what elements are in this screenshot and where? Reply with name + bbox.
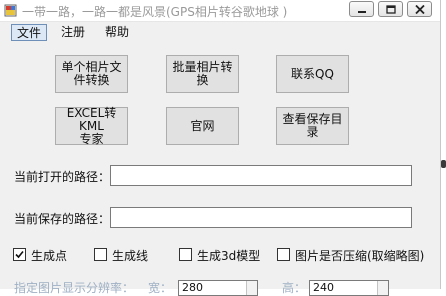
window-title: 一带一路，一路一都是风景(GPS相片转谷歌地球 ) [22, 5, 288, 19]
contact-qq-button[interactable]: 联系QQ [276, 55, 349, 93]
width-spin-arrows[interactable] [246, 281, 257, 295]
batch-photo-convert-label-2: 换 [196, 73, 209, 87]
menu-bar: 文件 注册 帮助 [0, 22, 440, 42]
minimize-button[interactable] [349, 1, 374, 17]
save-path-input[interactable] [110, 207, 412, 228]
resolution-label: 指定图片显示分辨率： [14, 281, 135, 295]
main-window: 一带一路，一路一都是风景(GPS相片转谷歌地球 ) 文件 注册 帮助 单个相片文… [0, 0, 441, 296]
width-input[interactable]: 280 [178, 280, 258, 296]
view-save-directory-label-2: 录 [306, 125, 319, 139]
excel-to-kml-button[interactable]: EXCEL转KML 专家 [55, 105, 128, 146]
height-value: 240 [313, 281, 334, 294]
close-icon [415, 5, 425, 14]
menu-file[interactable]: 文件 [11, 24, 48, 41]
excel-to-kml-label-2: 专家 [79, 131, 104, 146]
window-resize-grip[interactable] [441, 160, 446, 168]
batch-photo-convert-button[interactable]: 批量相片转 换 [166, 55, 239, 93]
generate-3d-model-checkbox[interactable] [179, 248, 192, 261]
excel-to-kml-label-1: EXCEL转KML [66, 105, 117, 133]
height-label: 高： [282, 281, 307, 295]
single-photo-convert-label-2: 件转换 [73, 73, 110, 87]
close-button[interactable] [407, 1, 432, 17]
website-button[interactable]: 官网 [166, 107, 239, 145]
generate-lines-label: 生成线 [112, 249, 149, 263]
menu-register[interactable]: 注册 [56, 24, 90, 41]
app-icon [4, 4, 17, 17]
width-value: 280 [182, 281, 203, 294]
view-save-directory-button[interactable]: 查看保存目 录 [276, 107, 349, 145]
open-path-label: 当前打开的路径： [14, 170, 111, 184]
minimize-icon [358, 11, 366, 13]
height-input[interactable]: 240 [309, 280, 389, 296]
compress-image-label: 图片是否压缩(取缩略图) [295, 249, 425, 263]
generate-lines-checkbox[interactable] [94, 248, 107, 261]
width-label: 宽： [148, 281, 173, 295]
compress-image-checkbox[interactable] [277, 248, 290, 261]
single-photo-convert-button[interactable]: 单个相片文 件转换 [55, 55, 128, 93]
maximize-icon [386, 5, 396, 14]
generate-points-label: 生成点 [31, 249, 68, 263]
menu-help[interactable]: 帮助 [100, 24, 134, 41]
open-path-input[interactable] [110, 165, 412, 186]
generate-3d-model-label: 生成3d模型 [197, 249, 261, 263]
save-path-label: 当前保存的路径： [14, 212, 111, 226]
checkmark-icon [15, 250, 24, 259]
maximize-button[interactable] [378, 1, 403, 17]
generate-points-checkbox[interactable] [13, 248, 26, 261]
title-bar: 一带一路，一路一都是风景(GPS相片转谷歌地球 ) [0, 0, 440, 22]
height-spin-arrows[interactable] [377, 281, 388, 295]
